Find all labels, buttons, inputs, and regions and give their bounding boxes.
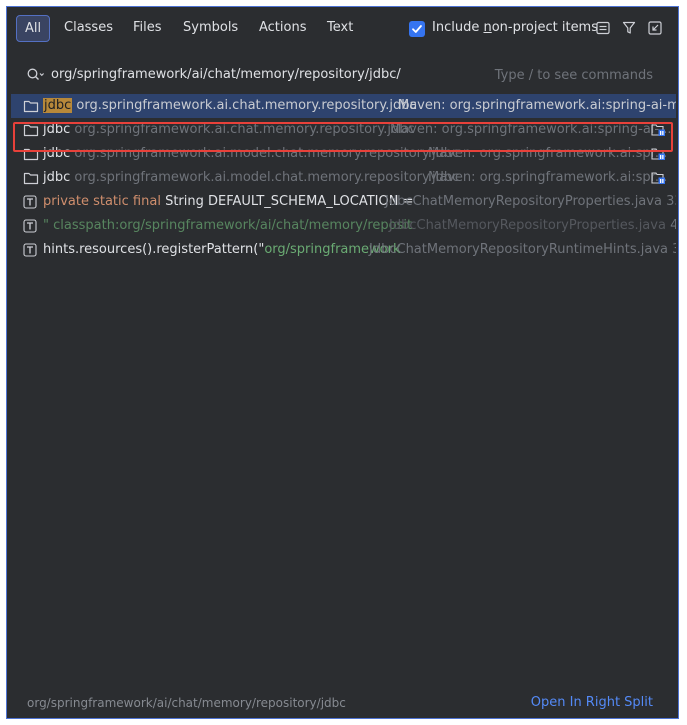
result-file: JdbcChatMemoryRepositoryRuntimeHints.jav… <box>369 242 676 257</box>
result-package: org.springframework.ai.chat.memory.repos… <box>74 122 415 137</box>
include-non-project-label[interactable]: Include non-project items <box>432 20 598 35</box>
result-row[interactable]: " classpath:org/springframework/ai/chat/… <box>11 214 676 238</box>
result-package: org.springframework.ai.model.chat.memory… <box>74 146 460 161</box>
result-file: JdbcChatMemoryRepositoryProperties.java … <box>385 194 676 209</box>
result-code: String DEFAULT_SCHEMA_LOCATION = <box>160 194 414 209</box>
tab-symbols[interactable]: Symbols <box>175 15 246 42</box>
include-non-project-checkbox[interactable] <box>409 21 425 37</box>
filter-icon[interactable] <box>621 20 637 36</box>
search-input[interactable] <box>51 63 471 85</box>
text-result-icon <box>23 195 37 209</box>
tab-bar: All Classes Files Symbols Actions Text I… <box>7 7 678 51</box>
tab-text[interactable]: Text <box>319 15 361 42</box>
result-row[interactable]: private static final String DEFAULT_SCHE… <box>11 190 676 214</box>
result-package: org.springframework.ai.chat.memory.repos… <box>76 98 417 113</box>
result-code: " classpath:org/springframework/ai/chat/… <box>43 218 413 233</box>
tab-all[interactable]: All <box>16 15 51 42</box>
folder-icon <box>23 100 39 113</box>
result-name: jdbc <box>43 170 71 185</box>
result-package: org.springframework.ai.model.chat.memory… <box>74 170 460 185</box>
result-row[interactable]: jdbc org.springframework.ai.chat.memory.… <box>11 118 676 142</box>
library-icon <box>651 172 665 184</box>
tab-actions[interactable]: Actions <box>251 15 315 42</box>
result-row[interactable]: jdbc org.springframework.ai.chat.memory.… <box>11 94 676 118</box>
search-row: Type / to see commands <box>7 51 678 93</box>
tab-files[interactable]: Files <box>125 15 170 42</box>
result-keyword: private static final <box>43 194 161 209</box>
text-result-icon <box>23 219 37 233</box>
result-location: Maven: org.springframework.ai:spr... <box>428 170 668 185</box>
tab-classes[interactable]: Classes <box>56 15 121 42</box>
library-icon <box>651 124 665 136</box>
search-hint: Type / to see commands <box>494 68 653 83</box>
result-row[interactable]: jdbc org.springframework.ai.model.chat.m… <box>11 142 676 166</box>
result-code: hints.resources().registerPattern(" <box>43 242 265 257</box>
result-file: JdbcChatMemoryRepositoryProperties.java … <box>389 218 676 233</box>
folder-icon <box>23 124 39 137</box>
text-result-icon <box>23 243 37 257</box>
result-row[interactable]: hints.resources().registerPattern("org/s… <box>11 238 676 262</box>
checkmark-icon <box>412 25 422 33</box>
folder-icon <box>23 172 39 185</box>
open-in-right-split-link[interactable]: Open In Right Split <box>531 695 653 710</box>
preview-toggle-icon[interactable] <box>595 20 611 36</box>
result-location: Maven: org.springframework.ai:spring-ai-… <box>390 122 672 137</box>
result-row[interactable]: jdbc org.springframework.ai.model.chat.m… <box>11 166 676 190</box>
library-icon <box>651 148 665 160</box>
status-footer: org/springframework/ai/chat/memory/repos… <box>7 690 678 718</box>
result-name: jdbc <box>43 146 71 161</box>
result-location: Maven: org.springframework.ai:spr... <box>428 146 668 161</box>
result-location: Maven: org.springframework.ai:spring-ai-… <box>398 98 676 113</box>
search-icon[interactable] <box>27 68 45 82</box>
result-name: jdbc <box>43 122 71 137</box>
result-name-highlight: jdbc <box>43 98 73 113</box>
search-everywhere-popup: All Classes Files Symbols Actions Text I… <box>6 6 679 719</box>
folder-icon <box>23 148 39 161</box>
open-in-tool-window-icon[interactable] <box>647 20 663 36</box>
selected-path: org/springframework/ai/chat/memory/repos… <box>27 696 346 710</box>
